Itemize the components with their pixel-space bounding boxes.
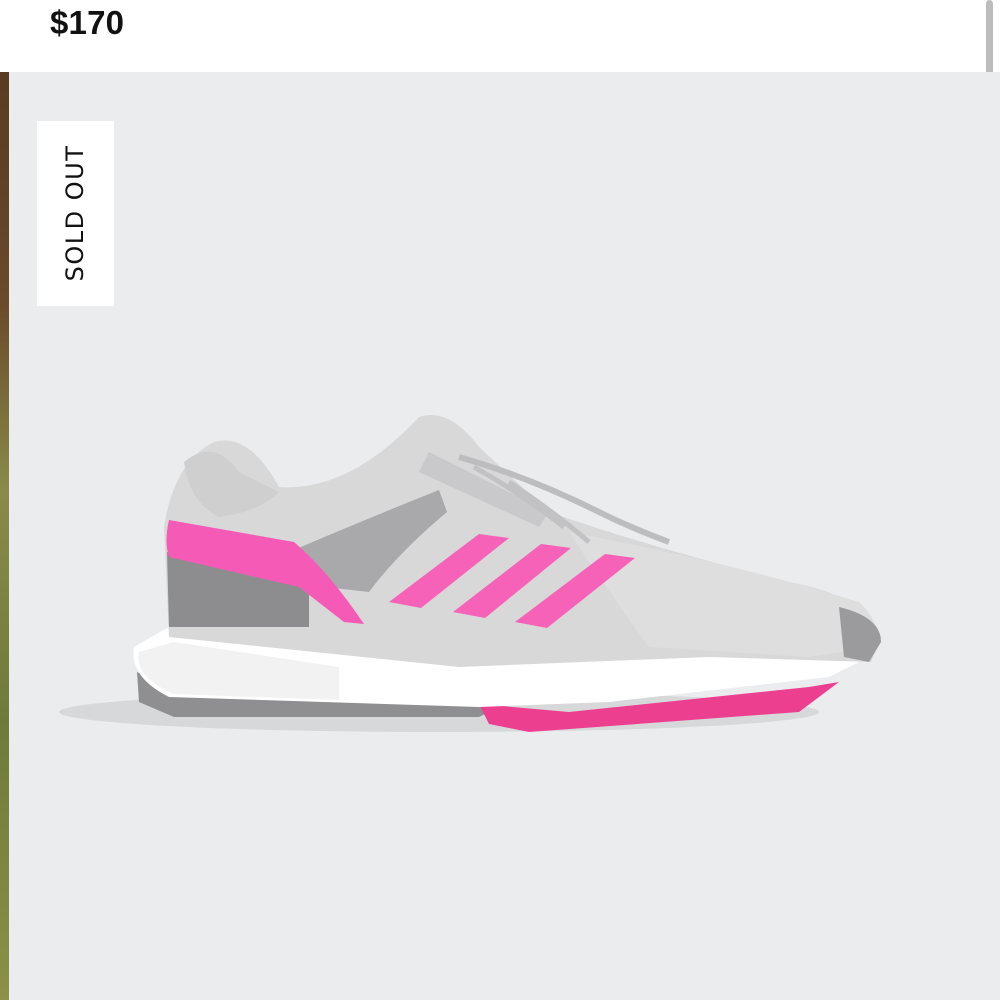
adjacent-image-edge xyxy=(0,72,9,1000)
golf-shoe-image xyxy=(59,415,881,732)
price-bar: $170 xyxy=(0,0,1000,72)
sold-out-badge: SOLD OUT xyxy=(37,121,114,306)
product-price: $170 xyxy=(50,4,125,41)
product-image[interactable]: SOLD OUT xyxy=(9,72,1000,1000)
scrollbar-thumb[interactable] xyxy=(986,0,993,78)
product-page: $170 SOLD OUT xyxy=(0,0,1000,1000)
sold-out-label: SOLD OUT xyxy=(61,144,89,282)
